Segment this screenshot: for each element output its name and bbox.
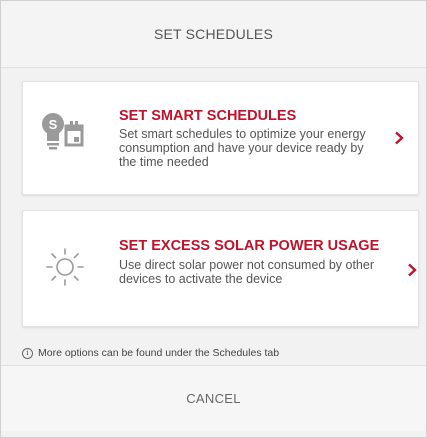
cancel-button[interactable]: CANCEL: [1, 366, 426, 431]
option-description: Use direct solar power not consumed by o…: [119, 258, 374, 286]
info-icon: i: [22, 347, 33, 359]
schedules-dialog: SET SCHEDULES S SET SMART SCHEDULES Set …: [0, 0, 427, 438]
excess-solar-option[interactable]: SET EXCESS SOLAR POWER USAGE Use direct …: [22, 210, 419, 327]
header-divider: [1, 67, 426, 68]
chevron-right-icon: [408, 263, 417, 277]
smart-schedule-icon: S: [42, 113, 84, 150]
smart-schedules-option[interactable]: S SET SMART SCHEDULES Set smart schedule…: [22, 81, 419, 195]
option-title: SET EXCESS SOLAR POWER USAGE: [119, 238, 380, 254]
option-title: SET SMART SCHEDULES: [119, 108, 297, 124]
chevron-right-icon: [395, 131, 404, 145]
svg-text:S: S: [49, 117, 58, 132]
option-description: Set smart schedules to optimize your ene…: [119, 127, 366, 169]
info-text: More options can be found under the Sche…: [38, 347, 280, 359]
info-note: i More options can be found under the Sc…: [22, 347, 279, 359]
dialog-footer: CANCEL: [1, 366, 426, 431]
sun-icon: [46, 248, 84, 286]
dialog-title: SET SCHEDULES: [1, 1, 426, 67]
